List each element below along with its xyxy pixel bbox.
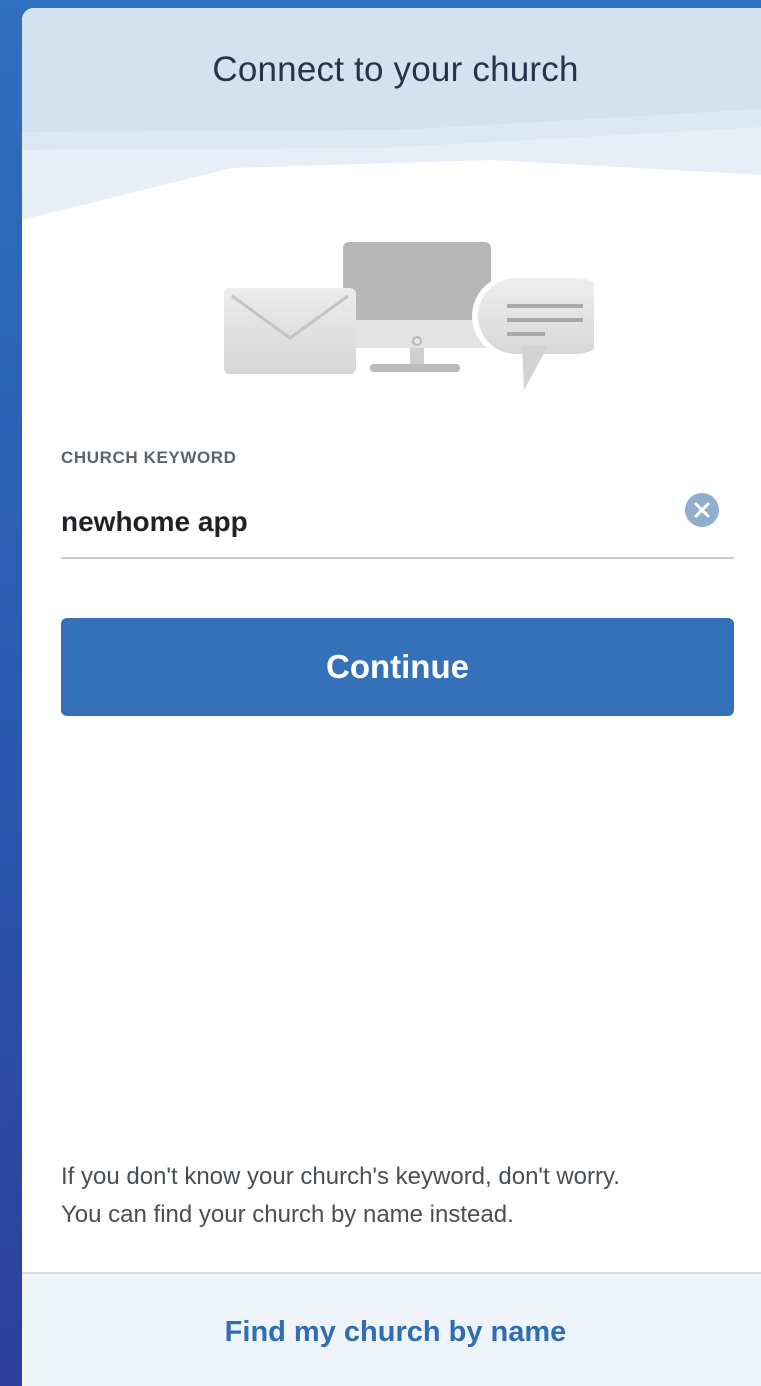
- footer-bar: Find my church by name: [22, 1272, 761, 1386]
- page-title: Connect to your church: [212, 50, 579, 89]
- connect-sheet: Connect to your church CHURCH KEYWORD ne…: [22, 8, 761, 1386]
- header-banner: Connect to your church: [22, 8, 761, 238]
- chat-bubble-icon: [472, 275, 594, 390]
- find-church-by-name-link[interactable]: Find my church by name: [22, 1316, 761, 1349]
- monitor-icon: [343, 242, 491, 372]
- header-wave-background: [22, 8, 761, 238]
- church-keyword-label: CHURCH KEYWORD: [61, 448, 237, 467]
- keyword-help-text: If you don't know your church's keyword,…: [61, 1158, 741, 1234]
- connect-illustration: [224, 242, 594, 390]
- envelope-icon: [224, 288, 356, 374]
- church-keyword-input[interactable]: [61, 498, 681, 546]
- help-text-line-1: If you don't know your church's keyword,…: [61, 1163, 620, 1190]
- continue-button[interactable]: Continue: [61, 618, 734, 716]
- input-underline: [61, 557, 734, 559]
- clear-x-icon: [694, 502, 710, 518]
- help-text-line-2: You can find your church by name instead…: [61, 1201, 514, 1228]
- clear-keyword-button[interactable]: [685, 493, 719, 527]
